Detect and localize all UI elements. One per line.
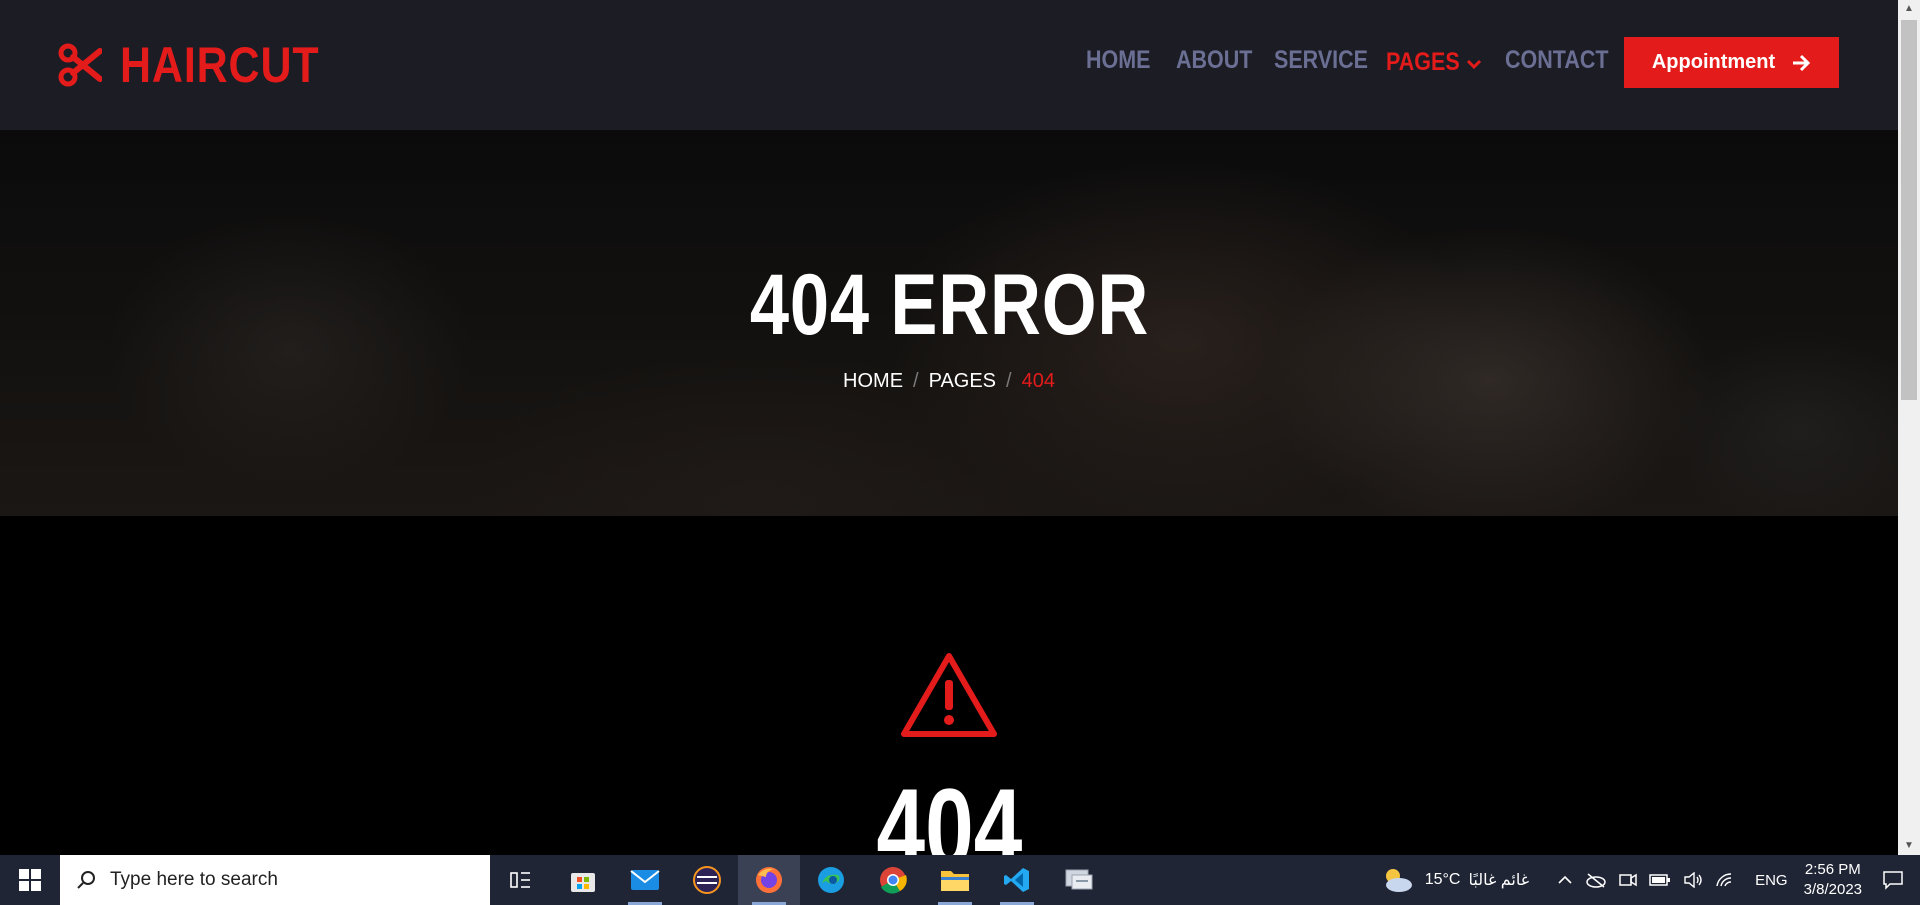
error-code: 404 — [876, 766, 1022, 855]
search-placeholder: Type here to search — [110, 869, 278, 890]
breadcrumb-current: 404 — [1021, 370, 1055, 392]
scroll-up-icon[interactable]: ▲ — [1898, 0, 1920, 18]
action-center[interactable] — [1882, 870, 1904, 890]
taskbar-chrome[interactable] — [862, 855, 924, 905]
taskbar-firefox[interactable] — [738, 855, 800, 905]
taskbar-eclipse[interactable] — [676, 855, 738, 905]
show-hidden-icons[interactable] — [1557, 874, 1573, 886]
breadcrumb-home[interactable]: HOME — [843, 370, 903, 393]
search-icon — [77, 871, 95, 889]
page-title: 404 ERROR — [749, 257, 1149, 353]
folder-icon — [941, 871, 969, 891]
nav-item-service-label: SERVICE — [1274, 46, 1369, 74]
camera-icon — [1619, 873, 1637, 887]
appointment-button[interactable]: Appointment — [1624, 37, 1839, 88]
breadcrumb-separator: / — [1006, 370, 1012, 392]
nav-item-home[interactable]: HOME — [1086, 46, 1161, 78]
monitor-icon — [1065, 869, 1093, 890]
task-view-button[interactable] — [490, 855, 552, 905]
taskbar-apps — [490, 855, 1110, 905]
cloud-off-icon — [1586, 873, 1606, 888]
weather-cloud-moon-icon — [1385, 869, 1412, 892]
onedrive-status[interactable] — [1585, 872, 1607, 888]
scroll-down-icon[interactable]: ▼ — [1898, 837, 1920, 855]
nav-item-about-label: ABOUT — [1176, 46, 1253, 74]
nav-item-pages-label: PAGES — [1386, 47, 1460, 76]
wifi-icon — [1716, 873, 1732, 887]
nav-item-home-label: HOME — [1086, 46, 1151, 74]
taskbar-vscode[interactable] — [986, 855, 1048, 905]
breadcrumb-separator: / — [913, 370, 919, 392]
vscode-icon — [1004, 868, 1029, 892]
task-view-icon — [510, 872, 530, 888]
warning-triangle-icon — [901, 653, 997, 737]
page-scrollbar[interactable]: ▲ ▼ — [1898, 0, 1920, 855]
taskbar-search[interactable]: Type here to search — [60, 855, 490, 905]
brand-name: HAIRCUT — [120, 37, 320, 93]
chevron-up-icon — [1558, 875, 1572, 884]
taskbar-remote-app[interactable] — [1048, 855, 1110, 905]
weather-description: غائم غالبًا — [1468, 872, 1530, 889]
scroll-thumb[interactable] — [1901, 20, 1917, 400]
windows-taskbar: Type here to search 15°C غائم غالبًا ENG… — [0, 855, 1920, 905]
nav-item-pages[interactable]: PAGES — [1386, 46, 1482, 78]
battery-status[interactable] — [1649, 873, 1671, 887]
network-status[interactable] — [1715, 872, 1735, 888]
error-section: 404 — [0, 516, 1898, 855]
weather-temperature: 15°C — [1424, 871, 1461, 888]
appointment-button-label: Appointment — [1651, 51, 1776, 73]
mail-icon — [630, 870, 660, 890]
nav-item-about[interactable]: ABOUT — [1176, 46, 1265, 78]
system-clock[interactable]: 2:56 PM 3/8/2023 — [1804, 860, 1862, 900]
firefox-icon — [756, 867, 782, 893]
edge-icon — [818, 867, 844, 893]
arrow-right-icon — [1793, 54, 1811, 71]
scissors-icon — [58, 43, 102, 87]
chevron-down-icon — [1466, 59, 1481, 70]
windows-logo-icon — [19, 869, 41, 891]
breadcrumb-pages[interactable]: PAGES — [929, 370, 996, 393]
page-hero: 404 ERROR HOME / PAGES / 404 — [0, 130, 1898, 516]
nav-item-contact-label: CONTACT — [1505, 46, 1609, 74]
browser-page: HAIRCUT HOME ABOUT SERVICE PAGES CONTACT… — [0, 0, 1898, 855]
taskbar-file-explorer[interactable] — [924, 855, 986, 905]
meet-now[interactable] — [1619, 872, 1637, 888]
system-tray: 15°C غائم غالبًا ENG 2:56 PM 3/8/2023 — [1375, 855, 1920, 905]
speaker-icon — [1684, 872, 1702, 888]
breadcrumb: HOME / PAGES / 404 — [0, 370, 1898, 393]
taskbar-mail[interactable] — [614, 855, 676, 905]
clock-date: 3/8/2023 — [1803, 881, 1862, 898]
site-logo[interactable]: HAIRCUT — [58, 30, 352, 100]
chrome-icon — [880, 867, 907, 894]
notification-icon — [1883, 871, 1903, 890]
taskbar-edge[interactable] — [800, 855, 862, 905]
nav-item-service[interactable]: SERVICE — [1274, 46, 1383, 78]
volume-control[interactable] — [1683, 872, 1703, 888]
start-button[interactable] — [0, 855, 60, 905]
battery-icon — [1649, 874, 1671, 886]
eclipse-icon — [693, 866, 721, 894]
site-header: HAIRCUT HOME ABOUT SERVICE PAGES CONTACT… — [0, 0, 1898, 130]
microsoft-store-icon — [571, 873, 595, 892]
clock-time: 2:56 PM — [1804, 861, 1861, 878]
input-language[interactable]: ENG — [1755, 872, 1788, 889]
taskbar-store[interactable] — [552, 855, 614, 905]
weather-widget[interactable]: 15°C غائم غالبًا — [1381, 866, 1529, 894]
nav-item-contact[interactable]: CONTACT — [1505, 46, 1625, 78]
